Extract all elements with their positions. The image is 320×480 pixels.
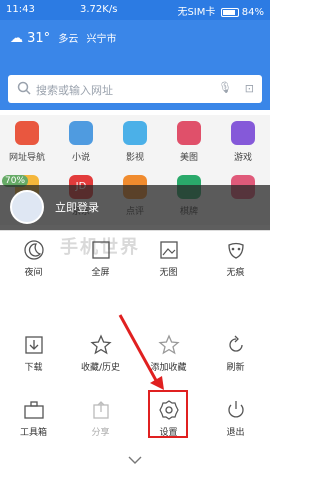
chevron-down-icon[interactable] <box>127 455 143 465</box>
annotation-arrow <box>118 314 164 390</box>
